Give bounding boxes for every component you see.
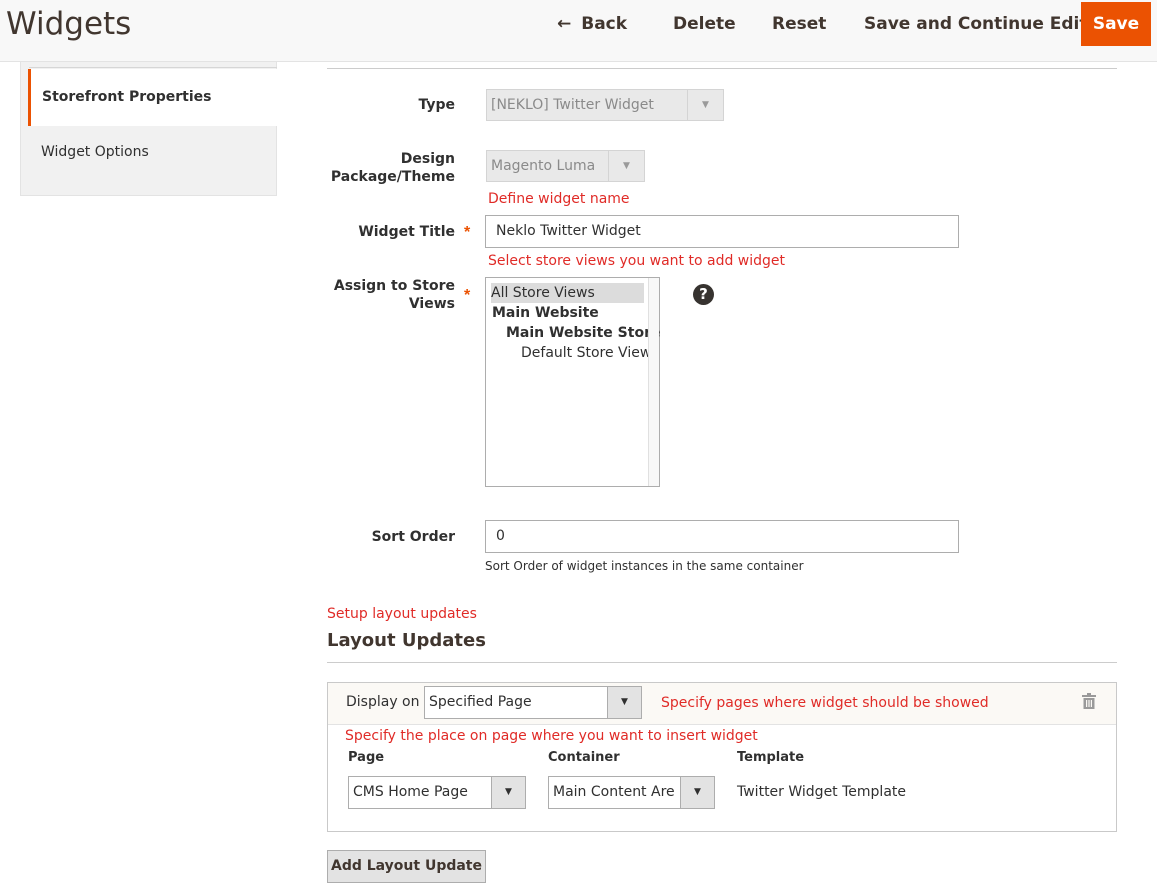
- save-and-continue-button[interactable]: Save and Continue Edit: [864, 14, 1088, 34]
- back-button[interactable]: ← Back: [557, 14, 627, 34]
- store-views-hint: Select store views you want to add widge…: [488, 253, 786, 269]
- layout-update-header: Display on Specified Page ▼ Specify page…: [328, 683, 1116, 725]
- tab-label: Storefront Properties: [42, 89, 212, 105]
- store-views-label: Assign to Store Views: [333, 278, 455, 312]
- option-main-website[interactable]: Main Website: [492, 303, 599, 323]
- reset-button[interactable]: Reset: [772, 14, 826, 34]
- display-on-select[interactable]: Specified Page ▼: [424, 686, 642, 719]
- add-layout-update-button[interactable]: Add Layout Update: [327, 850, 486, 883]
- design-theme-select: Magento Luma ▼: [486, 150, 645, 182]
- design-theme-label: Design Package/Theme: [330, 151, 455, 185]
- page-column-header: Page: [348, 750, 385, 765]
- page-select[interactable]: CMS Home Page ▼: [348, 776, 526, 809]
- chevron-down-icon: ▼: [607, 687, 641, 718]
- container-select[interactable]: Main Content Area ▼: [548, 776, 715, 809]
- sort-order-label: Sort Order: [371, 529, 455, 545]
- sort-order-note: Sort Order of widget instances in the sa…: [485, 559, 804, 573]
- sort-order-input[interactable]: 0: [485, 520, 959, 553]
- option-main-website-store[interactable]: Main Website Store: [506, 323, 660, 343]
- trash-icon[interactable]: [1082, 693, 1096, 709]
- save-button[interactable]: Save: [1081, 2, 1151, 46]
- widget-title-label: Widget Title: [358, 224, 455, 240]
- arrow-left-icon: ←: [557, 14, 572, 34]
- layout-setup-hint: Setup layout updates: [327, 606, 477, 622]
- required-mark: *: [464, 224, 471, 241]
- sidebar-tabs: Storefront Properties Widget Options: [20, 62, 277, 196]
- tab-widget-options[interactable]: Widget Options: [41, 144, 149, 160]
- type-select: [NEKLO] Twitter Widget ▼: [486, 89, 724, 121]
- page-header: Widgets ← Back Delete Reset Save and Cont…: [0, 0, 1157, 62]
- required-mark: *: [464, 287, 471, 304]
- scrollbar[interactable]: [648, 278, 659, 486]
- template-value: Twitter Widget Template: [737, 784, 907, 800]
- section-divider: [327, 662, 1117, 663]
- layout-update-panel: Display on Specified Page ▼ Specify page…: [327, 682, 1117, 832]
- option-all-store-views[interactable]: All Store Views: [491, 283, 644, 303]
- display-on-label: Display on: [346, 694, 420, 710]
- store-views-multiselect[interactable]: All Store Views Main Website Main Websit…: [485, 277, 660, 487]
- delete-button[interactable]: Delete: [673, 14, 736, 34]
- chevron-down-icon: ▼: [608, 151, 644, 181]
- display-on-hint: Specify pages where widget should be sho…: [661, 695, 989, 711]
- page-title: Widgets: [6, 6, 132, 42]
- option-default-store-view[interactable]: Default Store View: [521, 343, 651, 363]
- insert-place-hint: Specify the place on page where you want…: [345, 728, 758, 744]
- chevron-down-icon: ▼: [491, 777, 525, 808]
- widget-title-input[interactable]: Neklo Twitter Widget: [485, 215, 959, 248]
- question-icon[interactable]: ?: [693, 284, 714, 305]
- chevron-down-icon: ▼: [680, 777, 714, 808]
- section-divider: [327, 68, 1117, 69]
- type-label: Type: [418, 97, 455, 113]
- widget-title-hint: Define widget name: [488, 191, 630, 207]
- tab-storefront-properties[interactable]: Storefront Properties: [28, 69, 277, 126]
- template-column-header: Template: [737, 750, 805, 765]
- chevron-down-icon: ▼: [687, 90, 723, 120]
- layout-updates-title: Layout Updates: [327, 630, 486, 651]
- sidebar-divider: [29, 62, 277, 68]
- container-column-header: Container: [548, 750, 620, 765]
